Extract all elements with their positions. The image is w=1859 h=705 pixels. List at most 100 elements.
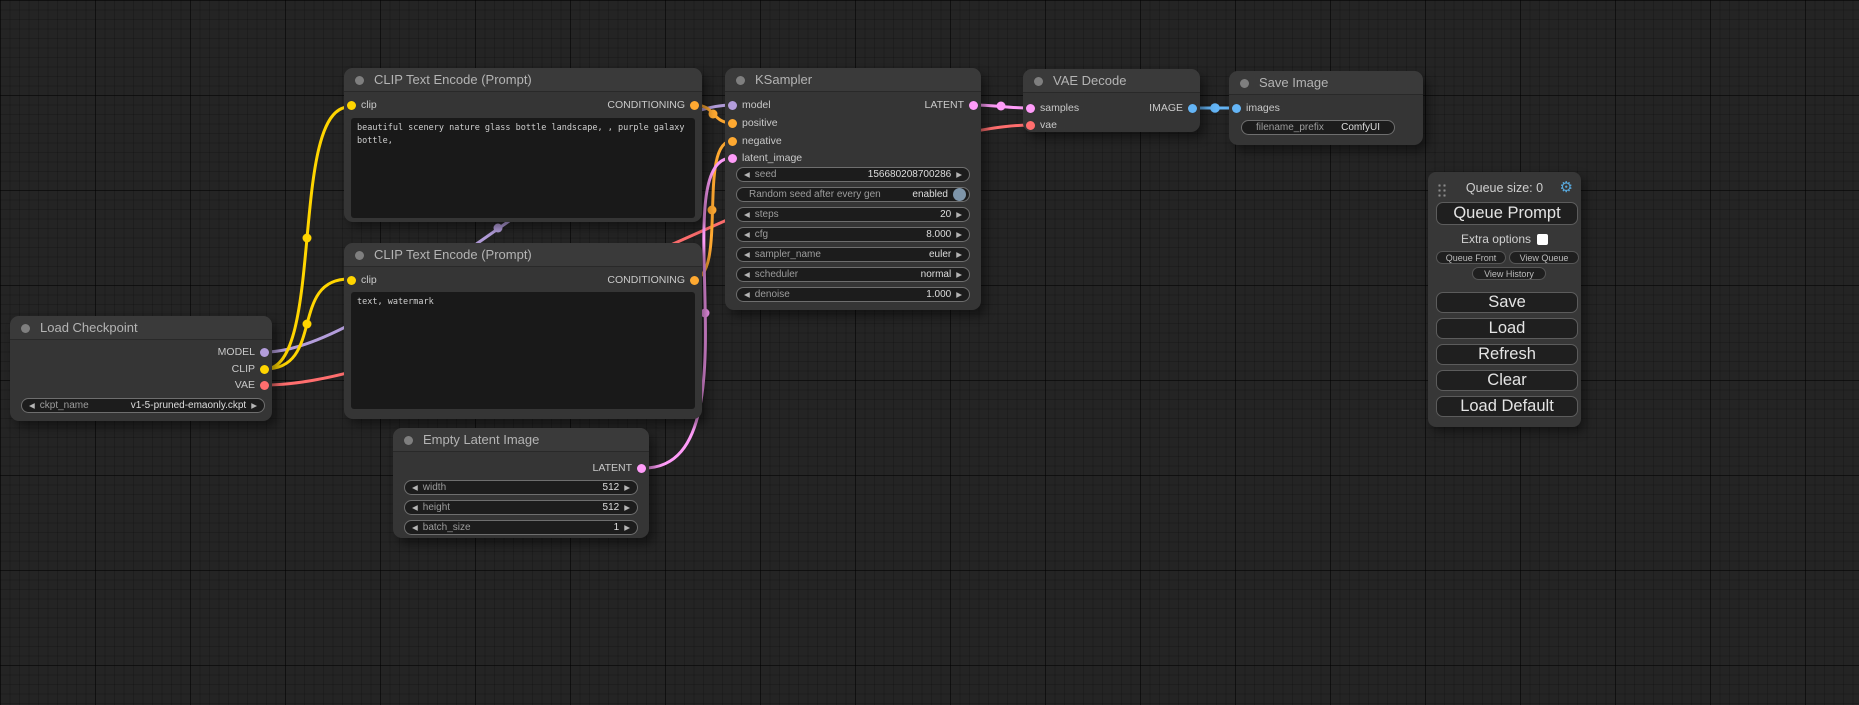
seed-widget[interactable]: ◀ seed 156680208700286 ▶ [736,167,970,182]
node-graph-canvas[interactable]: { "colors": { "model": "#B39DDB", "clip"… [0,0,1859,705]
ckpt-name-widget[interactable]: ◀ ckpt_name v1-5-pruned-emaonly.ckpt ▶ [21,398,265,413]
output-slot-image[interactable]: IMAGE [1149,102,1197,114]
batch-size-widget[interactable]: ◀ batch_size 1 ▶ [404,520,638,535]
load-default-button[interactable]: Load Default [1436,396,1578,417]
collapse-dot-icon[interactable] [404,436,413,445]
model-slot-dot[interactable] [728,101,737,110]
node-title: Load Checkpoint [10,316,272,340]
increment-arrow-icon[interactable]: ▶ [956,270,962,279]
image-slot-dot[interactable] [1188,104,1197,113]
decrement-arrow-icon[interactable]: ◀ [744,170,750,179]
link-midpoint-dot [303,320,312,329]
input-slot-latent-image[interactable]: latent_image [728,152,802,164]
collapse-dot-icon[interactable] [355,251,364,260]
decrement-arrow-icon[interactable]: ◀ [744,210,750,219]
decrement-arrow-icon[interactable]: ◀ [744,230,750,239]
output-slot-conditioning[interactable]: CONDITIONING [607,99,699,111]
decrement-arrow-icon[interactable]: ◀ [744,250,750,259]
input-slot-positive[interactable]: positive [728,117,778,129]
node-clip-text-encode-negative[interactable]: CLIP Text Encode (Prompt) clip CONDITION… [344,243,702,419]
vae-slot-dot[interactable] [1026,121,1035,130]
input-slot-clip[interactable]: clip [347,99,377,111]
node-empty-latent-image[interactable]: Empty Latent Image LATENT ◀ width 512 ▶ … [393,428,649,538]
prompt-textarea[interactable]: beautiful scenery nature glass bottle la… [351,118,695,218]
latent-slot-dot[interactable] [637,464,646,473]
increment-arrow-icon[interactable]: ▶ [624,503,630,512]
image-slot-dot[interactable] [1232,104,1241,113]
save-button[interactable]: Save [1436,292,1578,313]
output-slot-latent[interactable]: LATENT [925,99,978,111]
widget-label: filename_prefix [1256,122,1324,133]
node-load-checkpoint[interactable]: Load Checkpoint MODEL CLIP VAE ◀ ckpt_na… [10,316,272,421]
decrement-arrow-icon[interactable]: ◀ [412,503,418,512]
view-history-button[interactable]: View History [1472,267,1546,280]
input-slot-vae[interactable]: vae [1026,119,1057,131]
toggle-knob-icon[interactable] [953,188,966,201]
queue-size-label: Queue size: 0 [1428,181,1581,196]
output-slot-latent[interactable]: LATENT [593,462,646,474]
model-slot-dot[interactable] [260,348,269,357]
output-slot-conditioning[interactable]: CONDITIONING [607,274,699,286]
clip-slot-dot[interactable] [260,365,269,374]
view-queue-button[interactable]: View Queue [1509,251,1579,264]
decrement-arrow-icon[interactable]: ◀ [744,270,750,279]
random-seed-widget[interactable]: Random seed after every gen enabled [736,187,970,202]
latent-slot-dot[interactable] [1026,104,1035,113]
denoise-widget[interactable]: ◀ denoise 1.000 ▶ [736,287,970,302]
increment-arrow-icon[interactable]: ▶ [956,290,962,299]
input-slot-samples[interactable]: samples [1026,102,1079,114]
increment-arrow-icon[interactable]: ▶ [251,401,257,410]
increment-arrow-icon[interactable]: ▶ [956,230,962,239]
conditioning-slot-dot[interactable] [728,119,737,128]
latent-slot-dot[interactable] [728,154,737,163]
filename-prefix-widget[interactable]: filename_prefix ComfyUI [1241,120,1395,135]
collapse-dot-icon[interactable] [21,324,30,333]
node-ksampler[interactable]: KSampler model positive negative latent_… [725,68,981,310]
node-vae-decode[interactable]: VAE Decode samples vae IMAGE [1023,69,1200,132]
conditioning-slot-dot[interactable] [728,137,737,146]
widget-value: 1 [614,522,620,533]
increment-arrow-icon[interactable]: ▶ [624,483,630,492]
decrement-arrow-icon[interactable]: ◀ [412,483,418,492]
input-slot-clip[interactable]: clip [347,274,377,286]
input-slot-model[interactable]: model [728,99,771,111]
increment-arrow-icon[interactable]: ▶ [956,250,962,259]
queue-prompt-button[interactable]: Queue Prompt [1436,202,1578,225]
increment-arrow-icon[interactable]: ▶ [624,523,630,532]
prompt-textarea[interactable]: text, watermark [351,292,695,409]
conditioning-slot-dot[interactable] [690,101,699,110]
width-widget[interactable]: ◀ width 512 ▶ [404,480,638,495]
output-slot-model[interactable]: MODEL [218,346,269,358]
collapse-dot-icon[interactable] [355,76,364,85]
output-slot-clip[interactable]: CLIP [232,363,269,375]
scheduler-widget[interactable]: ◀ scheduler normal ▶ [736,267,970,282]
collapse-dot-icon[interactable] [1034,77,1043,86]
clip-slot-dot[interactable] [347,276,356,285]
clear-button[interactable]: Clear [1436,370,1578,391]
sampler-name-widget[interactable]: ◀ sampler_name euler ▶ [736,247,970,262]
load-button[interactable]: Load [1436,318,1578,339]
input-slot-negative[interactable]: negative [728,135,782,147]
clip-slot-dot[interactable] [347,101,356,110]
collapse-dot-icon[interactable] [1240,79,1249,88]
increment-arrow-icon[interactable]: ▶ [956,210,962,219]
cfg-widget[interactable]: ◀ cfg 8.000 ▶ [736,227,970,242]
height-widget[interactable]: ◀ height 512 ▶ [404,500,638,515]
collapse-dot-icon[interactable] [736,76,745,85]
queue-front-button[interactable]: Queue Front [1436,251,1506,264]
vae-slot-dot[interactable] [260,381,269,390]
input-slot-images[interactable]: images [1232,102,1280,114]
decrement-arrow-icon[interactable]: ◀ [29,401,35,410]
node-clip-text-encode-positive[interactable]: CLIP Text Encode (Prompt) clip CONDITION… [344,68,702,222]
latent-slot-dot[interactable] [969,101,978,110]
output-slot-vae[interactable]: VAE [235,379,269,391]
decrement-arrow-icon[interactable]: ◀ [744,290,750,299]
refresh-button[interactable]: Refresh [1436,344,1578,365]
node-save-image[interactable]: Save Image images filename_prefix ComfyU… [1229,71,1423,145]
conditioning-slot-dot[interactable] [690,276,699,285]
steps-widget[interactable]: ◀ steps 20 ▶ [736,207,970,222]
settings-gear-icon[interactable]: ⚙ [1560,180,1573,196]
decrement-arrow-icon[interactable]: ◀ [412,523,418,532]
increment-arrow-icon[interactable]: ▶ [956,170,962,179]
extra-options-checkbox[interactable] [1537,234,1548,245]
